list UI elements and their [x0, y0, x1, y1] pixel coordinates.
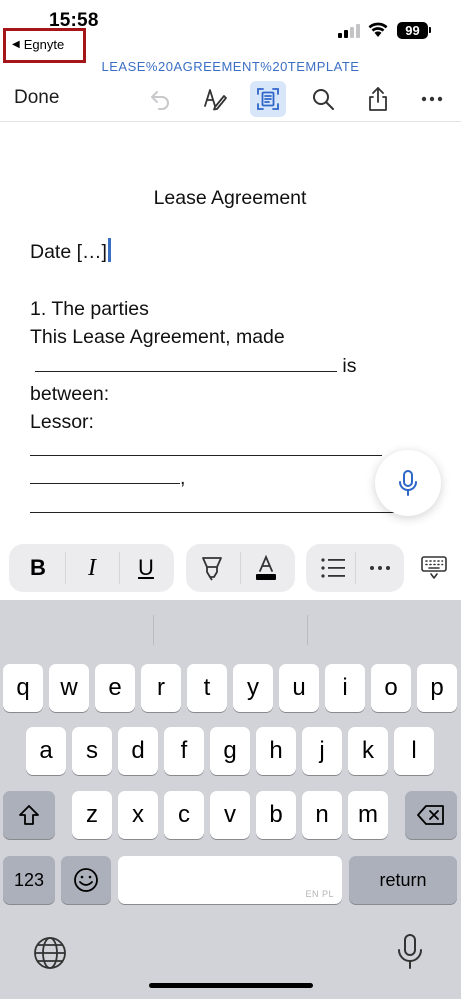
- delete-icon: [417, 805, 444, 825]
- share-icon[interactable]: [360, 81, 396, 117]
- is-text: is: [337, 355, 357, 377]
- more-icon[interactable]: [414, 81, 450, 117]
- key-n[interactable]: n: [302, 791, 342, 839]
- suggestion-divider: [153, 615, 154, 645]
- battery-tip: [429, 27, 431, 33]
- key-w[interactable]: w: [49, 664, 89, 712]
- key-z[interactable]: z: [72, 791, 112, 839]
- separator: [65, 552, 66, 584]
- text-cursor: [107, 238, 111, 262]
- blank-field: [30, 512, 422, 513]
- numbers-key-label: 123: [13, 869, 45, 890]
- wifi-icon: [368, 22, 388, 37]
- key-f[interactable]: f: [164, 727, 204, 775]
- key-c[interactable]: c: [164, 791, 204, 839]
- lessor-line: Lessor:: [30, 411, 94, 433]
- font-color-icon: [256, 555, 276, 580]
- key-b[interactable]: b: [256, 791, 296, 839]
- more-icon: [370, 566, 390, 570]
- space-key[interactable]: EN PL: [118, 856, 342, 904]
- bullet-list-icon: [321, 558, 345, 578]
- lessor-blank-line-2: ,: [30, 464, 185, 493]
- key-s[interactable]: s: [72, 727, 112, 775]
- blank-field: [35, 371, 337, 372]
- document-title: Lease Agreement: [153, 187, 307, 209]
- underline-button[interactable]: U: [123, 544, 169, 592]
- key-p[interactable]: p: [417, 664, 457, 712]
- return-key[interactable]: return: [349, 856, 457, 904]
- return-key-label: return: [379, 869, 427, 890]
- shift-key[interactable]: [3, 791, 55, 839]
- key-o[interactable]: o: [371, 664, 411, 712]
- date-line-text: Date […]: [30, 241, 107, 263]
- between-line: between:: [30, 383, 110, 405]
- shift-icon: [19, 805, 39, 825]
- comma-text: ,: [180, 467, 186, 489]
- lessor-blank-line-3: [30, 493, 422, 522]
- key-k[interactable]: k: [348, 727, 388, 775]
- key-y[interactable]: y: [233, 664, 273, 712]
- battery-indicator: 99: [397, 22, 428, 39]
- blank-field: [30, 455, 382, 456]
- keyboard-microphone-icon[interactable]: [396, 933, 424, 971]
- key-e[interactable]: e: [95, 664, 135, 712]
- on-screen-keyboard: q w e r t y u i o p a s d f g h j k l z …: [0, 600, 461, 999]
- editor-toolbar: Done: [0, 77, 461, 122]
- key-g[interactable]: g: [210, 727, 250, 775]
- back-to-egnyte-link[interactable]: ◀ Egnyte: [12, 37, 64, 52]
- bold-button[interactable]: B: [15, 544, 61, 592]
- keyboard-languages: EN PL: [305, 889, 334, 899]
- suggestion-divider: [307, 615, 308, 645]
- agreement-is-line: is: [30, 352, 357, 381]
- key-r[interactable]: r: [141, 664, 181, 712]
- globe-icon[interactable]: [32, 935, 68, 971]
- dictation-button[interactable]: [375, 450, 441, 516]
- agreement-made-line: This Lease Agreement, made: [30, 326, 285, 348]
- key-a[interactable]: a: [26, 727, 66, 775]
- backspace-key[interactable]: [405, 791, 457, 839]
- key-i[interactable]: i: [325, 664, 365, 712]
- reading-mode-icon[interactable]: [250, 81, 286, 117]
- done-button[interactable]: Done: [14, 87, 59, 109]
- document-filename-text: LEASE%20AGREEMENT%20TEMPLATE: [101, 59, 360, 74]
- lessor-blank-line-1: [30, 436, 382, 465]
- back-link-label: Egnyte: [23, 37, 65, 52]
- format-toolbar: B I U: [0, 538, 461, 600]
- separator: [119, 552, 120, 584]
- key-l[interactable]: l: [394, 727, 434, 775]
- key-d[interactable]: d: [118, 727, 158, 775]
- font-color-button[interactable]: [243, 544, 289, 592]
- highlighter-button[interactable]: [189, 544, 235, 592]
- section-heading: 1. The parties: [30, 298, 149, 320]
- pen-icon[interactable]: [197, 81, 233, 117]
- date-line: Date […]: [30, 238, 111, 267]
- key-h[interactable]: h: [256, 727, 296, 775]
- blank-field: [30, 483, 180, 484]
- cellular-signal-icon: [338, 24, 362, 38]
- key-t[interactable]: t: [187, 664, 227, 712]
- document-body[interactable]: Lease Agreement Date […] 1. The parties …: [30, 122, 430, 542]
- italic-button[interactable]: I: [69, 544, 115, 592]
- search-icon[interactable]: [305, 81, 341, 117]
- home-indicator: [149, 983, 313, 988]
- microphone-icon: [399, 470, 417, 496]
- key-x[interactable]: x: [118, 791, 158, 839]
- emoji-icon: [74, 868, 98, 892]
- back-triangle-icon: ◀: [12, 39, 20, 50]
- emoji-key[interactable]: [61, 856, 111, 904]
- document-filename: LEASE%20AGREEMENT%20TEMPLATE: [0, 59, 461, 74]
- undo-icon[interactable]: [142, 81, 178, 117]
- numbers-key[interactable]: 123: [3, 856, 55, 904]
- keyboard-dismiss-icon: [421, 556, 447, 579]
- key-u[interactable]: u: [279, 664, 319, 712]
- separator: [240, 552, 241, 584]
- key-q[interactable]: q: [3, 664, 43, 712]
- hide-keyboard-button[interactable]: [411, 544, 457, 592]
- key-v[interactable]: v: [210, 791, 250, 839]
- highlighter-icon: [202, 557, 222, 581]
- key-m[interactable]: m: [348, 791, 388, 839]
- more-format-button[interactable]: [357, 544, 403, 592]
- bullet-list-button[interactable]: [310, 544, 356, 592]
- key-j[interactable]: j: [302, 727, 342, 775]
